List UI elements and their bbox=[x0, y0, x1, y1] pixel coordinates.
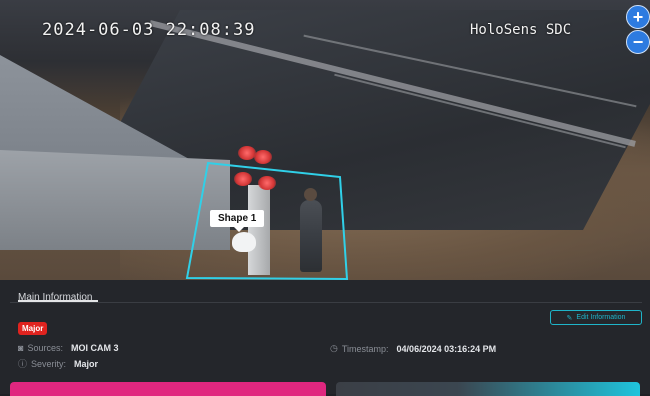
sources-row: ◙ Sources: MOI CAM 3 bbox=[18, 343, 118, 353]
severity-row: ⓘ Severity: Major bbox=[18, 357, 98, 370]
video-timestamp-overlay: 2024-06-03 22:08:39 bbox=[42, 20, 256, 40]
zoom-out-button[interactable]: − bbox=[626, 30, 650, 54]
timestamp-value: 04/06/2024 03:16:24 PM bbox=[396, 343, 497, 354]
sources-label: Sources: bbox=[27, 343, 63, 353]
zoom-in-button[interactable]: + bbox=[626, 5, 650, 29]
severity-value: Major bbox=[74, 358, 99, 369]
timestamp-label: Timestamp: bbox=[341, 343, 389, 354]
pencil-icon: ✎ bbox=[566, 314, 573, 322]
detection-shape[interactable] bbox=[0, 0, 650, 280]
clock-icon: ◷ bbox=[330, 343, 338, 353]
panel-divider bbox=[10, 302, 642, 303]
severity-badge: Major bbox=[18, 322, 48, 335]
camera-icon: ◙ bbox=[18, 343, 24, 353]
camera-brand-overlay: HoloSens SDC bbox=[470, 22, 572, 38]
info-panel: Main Information bbox=[0, 280, 650, 394]
shape-label: Shape 1 bbox=[210, 210, 265, 232]
edit-information-button[interactable]: ✎ Edit Information bbox=[550, 310, 642, 325]
sources-value: MOI CAM 3 bbox=[70, 343, 119, 353]
info-icon: ⓘ bbox=[18, 359, 28, 369]
edit-information-label: Edit Information bbox=[576, 314, 626, 321]
severity-label: Severity: bbox=[31, 358, 67, 369]
timestamp-row: ◷ Timestamp: 04/06/2024 03:16:24 PM bbox=[330, 343, 496, 354]
